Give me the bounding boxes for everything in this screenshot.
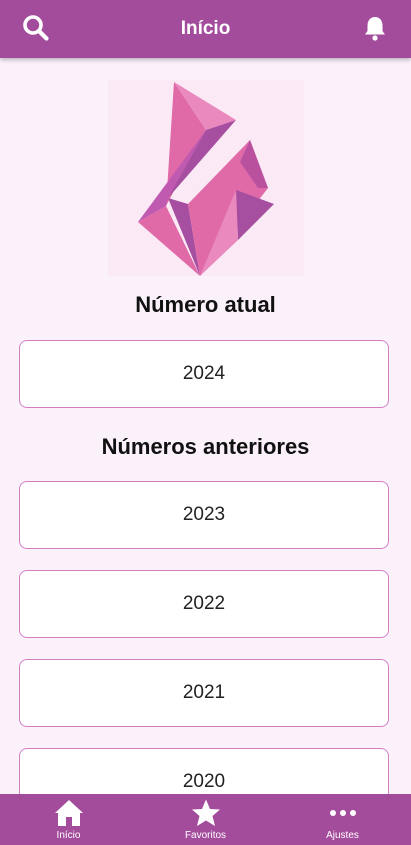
previous-number-label: 2023: [182, 504, 226, 525]
previous-number-label: 2022: [182, 593, 226, 614]
nav-item-settings[interactable]: Ajustes: [274, 794, 411, 845]
previous-number-label: 2021: [182, 682, 226, 703]
previous-number-card[interactable]: 2022: [19, 570, 389, 638]
nav-label-home: Início: [56, 830, 81, 841]
previous-numbers-title: Números anteriores: [101, 434, 310, 459]
nav-label-favorites: Favoritos: [184, 830, 227, 841]
home-icon: [54, 800, 83, 826]
previous-number-card[interactable]: 2021: [19, 659, 389, 727]
page-title: Início: [180, 18, 231, 39]
star-icon: [191, 799, 220, 826]
nav-item-favorites[interactable]: Favoritos: [137, 794, 274, 845]
top-app-bar: Início: [0, 0, 411, 58]
more-icon: [329, 810, 356, 816]
current-number-label: 2024: [182, 363, 226, 384]
bell-icon[interactable]: [361, 14, 391, 44]
nav-item-home[interactable]: Início: [0, 794, 137, 845]
app-logo: [108, 80, 304, 276]
current-number-title: Número atual: [135, 292, 276, 317]
current-number-card[interactable]: 2024: [19, 340, 389, 408]
previous-number-label: 2020: [182, 771, 226, 792]
bottom-navigation: Início Favoritos Ajustes: [0, 794, 411, 845]
nav-label-settings: Ajustes: [326, 830, 359, 841]
previous-number-card[interactable]: 2023: [19, 481, 389, 549]
